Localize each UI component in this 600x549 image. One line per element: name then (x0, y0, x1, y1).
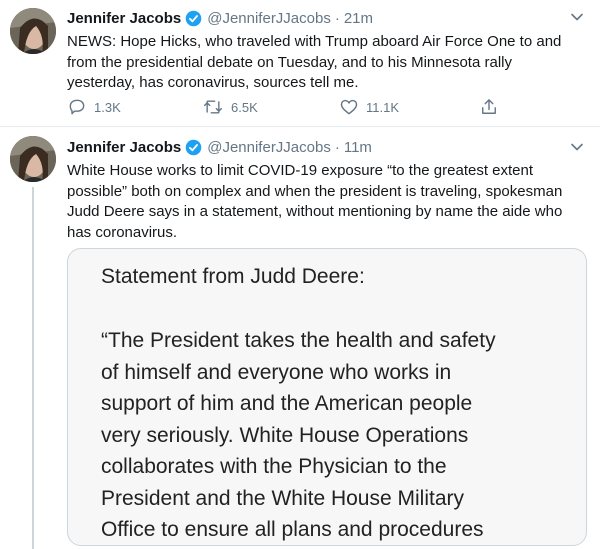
tweet-header: Jennifer Jacobs @JenniferJJacobs · 21m (67, 7, 373, 29)
tweet-header: Jennifer Jacobs @JenniferJJacobs · 11m (67, 136, 372, 158)
statement-body: “The President takes the health and safe… (101, 329, 496, 541)
reply-count: 1.3K (94, 99, 121, 115)
tweet-actions: 1.3K 6.5K 11.1K (67, 96, 517, 118)
author-handle[interactable]: @JenniferJJacobs (207, 139, 331, 156)
tweet-2[interactable]: Jennifer Jacobs @JenniferJJacobs · 11m W… (0, 127, 600, 549)
author-avatar[interactable] (10, 136, 56, 182)
author-avatar[interactable] (10, 8, 56, 54)
author-name[interactable]: Jennifer Jacobs (67, 139, 181, 156)
reply-button[interactable]: 1.3K (67, 96, 121, 118)
tweet-text: NEWS: Hope Hicks, who traveled with Trum… (67, 33, 562, 91)
like-icon (340, 99, 358, 115)
header-separator: · (334, 138, 340, 156)
share-button[interactable] (479, 96, 506, 118)
thread-line (32, 187, 34, 549)
chevron-down-icon[interactable] (570, 10, 584, 24)
verified-badge-icon (185, 139, 202, 156)
verified-badge-icon (185, 10, 202, 27)
share-icon (482, 99, 496, 114)
tweet-text: White House works to limit COVID-19 expo… (67, 162, 563, 241)
header-separator: · (334, 9, 340, 27)
retweet-count: 6.5K (231, 99, 258, 115)
retweet-button[interactable]: 6.5K (202, 96, 258, 118)
reply-icon (69, 99, 85, 115)
author-name[interactable]: Jennifer Jacobs (67, 10, 181, 27)
tweet-timestamp[interactable]: 11m (344, 139, 372, 156)
statement-title: Statement from Judd Deere: (101, 265, 365, 288)
like-button[interactable]: 11.1K (339, 96, 399, 118)
author-handle[interactable]: @JenniferJJacobs (207, 10, 331, 27)
retweet-icon (203, 100, 223, 114)
like-count: 11.1K (366, 99, 400, 115)
statement-image[interactable]: Statement from Judd Deere: “The Presiden… (67, 248, 587, 546)
tweet-1[interactable]: Jennifer Jacobs @JenniferJJacobs · 21m N… (0, 0, 600, 127)
chevron-down-icon[interactable] (570, 140, 584, 154)
tweet-timestamp[interactable]: 21m (344, 10, 373, 27)
